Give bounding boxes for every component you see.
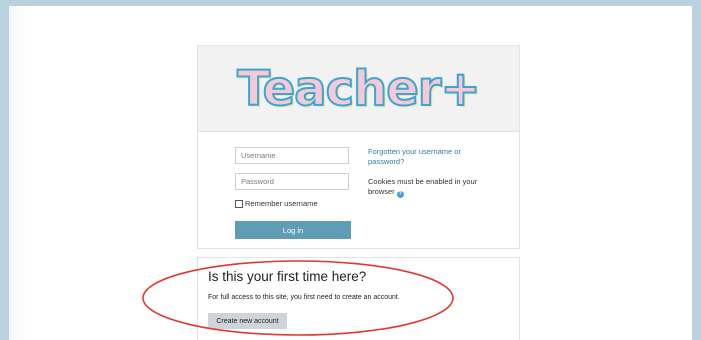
frame-shadow bbox=[9, 6, 27, 340]
login-button[interactable]: Log in bbox=[235, 221, 351, 239]
remember-label: Remember username bbox=[245, 199, 318, 208]
signup-description: For full access to this site, you first … bbox=[208, 294, 400, 301]
signup-title: Is this your first time here? bbox=[208, 269, 367, 284]
help-icon[interactable]: ? bbox=[396, 191, 404, 199]
password-input[interactable] bbox=[235, 173, 349, 190]
forgot-password-link[interactable]: Forgotten your username or password? bbox=[368, 147, 488, 167]
remember-checkbox[interactable] bbox=[235, 199, 243, 208]
username-input[interactable] bbox=[235, 147, 349, 164]
login-card: Teacher+ Remember username Log in Forgot… bbox=[197, 45, 520, 249]
cookies-notice: Cookies must be enabled in your browser? bbox=[368, 177, 488, 199]
site-logo: Teacher+ bbox=[236, 60, 481, 117]
signup-card: Is this your first time here? For full a… bbox=[197, 257, 520, 340]
create-account-button[interactable]: Create new account bbox=[208, 313, 287, 329]
cookies-text: Cookies must be enabled in your browser bbox=[368, 177, 478, 197]
logo-area: Teacher+ bbox=[198, 46, 519, 132]
remember-username[interactable]: Remember username bbox=[235, 199, 318, 208]
